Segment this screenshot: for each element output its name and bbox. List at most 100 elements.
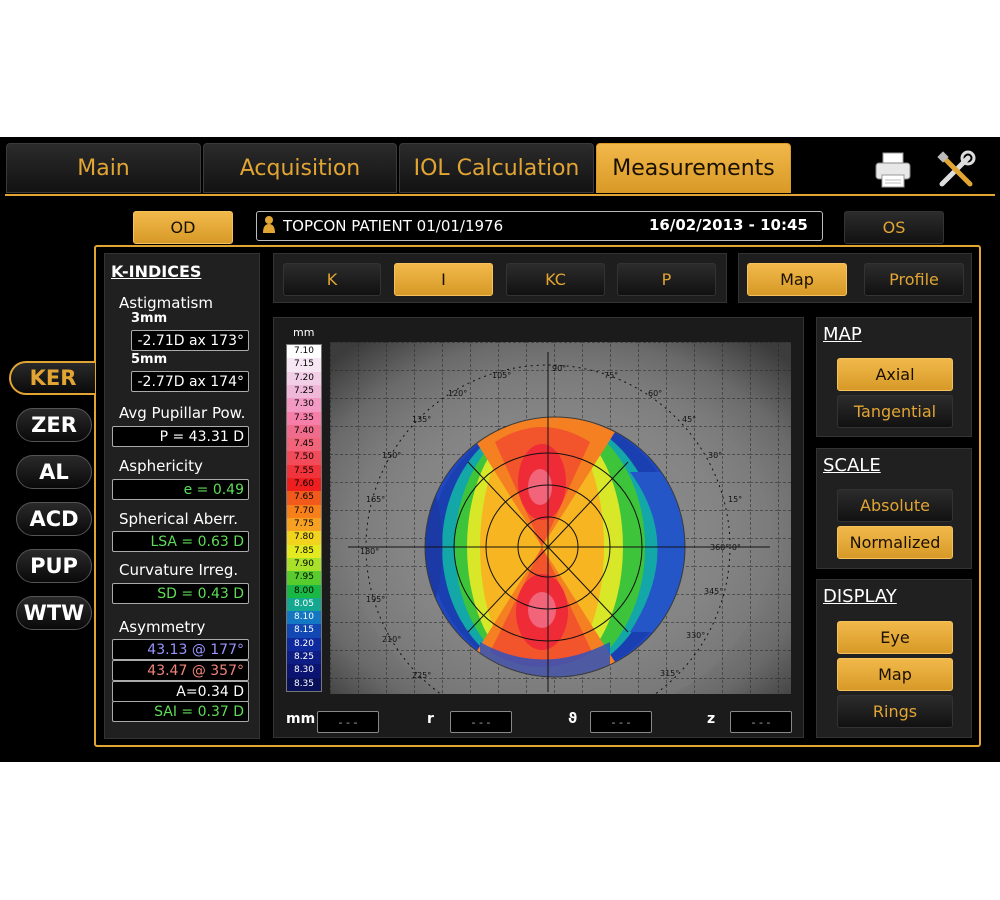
svg-text:165°: 165° xyxy=(366,495,385,504)
side-tab-wtw[interactable]: WTW xyxy=(16,596,92,630)
curvature-irreg-label: Curvature Irreg. xyxy=(119,561,239,579)
avg-pupillar-value: P = 43.31 D xyxy=(112,426,249,447)
scale-step: 7.50 xyxy=(287,451,321,465)
scale-section-title: SCALE xyxy=(823,455,881,476)
scale-step: 7.40 xyxy=(287,424,321,439)
asymmetry-value-1: 43.13 @ 177° xyxy=(112,639,249,660)
svg-text:360° 0°: 360° 0° xyxy=(710,543,741,552)
view-profile-button[interactable]: Profile xyxy=(864,263,964,296)
k-indices-title: K-INDICES xyxy=(111,262,202,281)
map-type-i-button[interactable]: I xyxy=(394,263,493,296)
scale-step: 8.30 xyxy=(287,664,321,678)
printer-icon xyxy=(875,152,911,188)
scale-step: 7.60 xyxy=(287,478,321,492)
scale-step: 8.10 xyxy=(287,611,321,625)
tools-button[interactable] xyxy=(933,147,979,193)
side-tab-zer[interactable]: ZER xyxy=(16,408,92,442)
astig-5mm-value: -2.77D ax 174° xyxy=(131,371,249,392)
normalized-button[interactable]: Normalized xyxy=(837,526,953,559)
scale-step: 7.90 xyxy=(287,557,321,572)
scale-step: 7.70 xyxy=(287,504,321,518)
svg-text:210°: 210° xyxy=(382,635,401,644)
svg-text:345°: 345° xyxy=(704,587,723,596)
topography-map-panel: mm 7.10 7.15 7.20 7.25 7.30 7.35 7.40 7.45 7.50 7… xyxy=(273,317,804,738)
print-button[interactable] xyxy=(870,147,916,193)
svg-text:135°: 135° xyxy=(412,415,431,424)
svg-text:45°: 45° xyxy=(682,415,696,424)
scale-step: 7.30 xyxy=(287,398,321,412)
scale-step: 8.35 xyxy=(287,677,321,691)
tab-acquisition[interactable]: Acquisition xyxy=(203,143,397,193)
scale-step: 7.20 xyxy=(287,371,321,385)
astig-3mm-label: 3mm xyxy=(131,311,168,326)
display-rings-button[interactable]: Rings xyxy=(837,695,953,728)
scale-step: 7.55 xyxy=(287,464,321,479)
display-map-button[interactable]: Map xyxy=(837,658,953,691)
map-type-kc-button[interactable]: KC xyxy=(506,263,605,296)
os-button[interactable]: OS xyxy=(844,211,944,244)
map-type-p-button[interactable]: P xyxy=(617,263,716,296)
side-tab-al[interactable]: AL xyxy=(16,455,92,489)
asphericity-value: e = 0.49 xyxy=(112,479,249,500)
absolute-button[interactable]: Absolute xyxy=(837,489,953,522)
top-tab-bar: Main Acquisition IOL Calculation Measure… xyxy=(0,137,1000,199)
map-section-title: MAP xyxy=(823,324,862,345)
patient-info-bar: TOPCON PATIENT 01/01/1976 16/02/2013 - 1… xyxy=(256,211,823,241)
svg-text:150°: 150° xyxy=(382,451,401,460)
avg-pupillar-label: Avg Pupillar Pow. xyxy=(119,404,246,422)
view-map-button[interactable]: Map xyxy=(747,263,847,296)
patient-name: TOPCON PATIENT 01/01/1976 xyxy=(283,217,504,235)
svg-text:195°: 195° xyxy=(366,595,385,604)
svg-text:180°: 180° xyxy=(360,547,379,556)
scale-step: 8.20 xyxy=(287,637,321,652)
map-type-k-button[interactable]: K xyxy=(283,263,381,296)
spherical-aberr-label: Spherical Aberr. xyxy=(119,510,238,528)
eye-map-view: 90° 75° 60° 45° 30° 15° 360° 0° 345° 330… xyxy=(330,342,791,694)
asphericity-label: Asphericity xyxy=(119,457,203,475)
scale-step: 7.35 xyxy=(287,411,321,425)
coord-theta-value: - - - xyxy=(590,711,652,733)
tab-measurements[interactable]: Measurements xyxy=(596,143,791,193)
coord-z-label: z xyxy=(707,711,716,727)
app-window: Main Acquisition IOL Calculation Measure… xyxy=(0,137,1000,762)
svg-text:15°: 15° xyxy=(728,495,742,504)
asymmetry-value-3: A=0.34 D xyxy=(112,681,249,702)
svg-text:315°: 315° xyxy=(660,669,679,678)
scale-step: 7.65 xyxy=(287,491,321,505)
tab-main[interactable]: Main xyxy=(6,143,201,193)
scale-step: 7.45 xyxy=(287,438,321,452)
svg-text:225°: 225° xyxy=(412,671,431,680)
tab-underline xyxy=(5,194,995,196)
side-tab-acd[interactable]: ACD xyxy=(16,502,92,536)
exam-datetime: 16/02/2013 - 10:45 xyxy=(649,216,808,234)
od-button[interactable]: OD xyxy=(133,211,233,244)
scale-step: 7.95 xyxy=(287,571,321,585)
scale-step: 8.25 xyxy=(287,651,321,665)
display-eye-button[interactable]: Eye xyxy=(837,621,953,654)
coord-mm-value: - - - xyxy=(317,711,379,733)
svg-text:30°: 30° xyxy=(708,451,722,460)
tangential-button[interactable]: Tangential xyxy=(837,395,953,428)
spherical-aberr-value: LSA = 0.63 D xyxy=(112,531,249,552)
side-tab-pup[interactable]: PUP xyxy=(16,549,92,583)
scale-step: 8.15 xyxy=(287,624,321,638)
asymmetry-value-4: SAI = 0.37 D xyxy=(112,701,249,722)
scale-unit: mm xyxy=(293,326,315,339)
svg-text:75°: 75° xyxy=(604,371,618,380)
svg-text:90°: 90° xyxy=(552,364,566,373)
scale-step: 7.15 xyxy=(287,358,321,372)
coord-theta-label: ϑ xyxy=(568,711,578,727)
scale-step: 7.80 xyxy=(287,531,321,545)
curvature-irreg-value: SD = 0.43 D xyxy=(112,583,249,604)
astig-3mm-value: -2.71D ax 173° xyxy=(131,330,249,351)
side-tab-ker[interactable]: KER xyxy=(9,361,95,395)
coord-r-label: r xyxy=(427,711,434,727)
tab-iol-calculation[interactable]: IOL Calculation xyxy=(399,143,594,193)
person-icon xyxy=(263,215,275,237)
axial-button[interactable]: Axial xyxy=(837,358,953,391)
svg-text:105°: 105° xyxy=(492,371,511,380)
scale-step: 7.10 xyxy=(287,345,321,359)
coord-z-value: - - - xyxy=(730,711,792,733)
asymmetry-value-2: 43.47 @ 357° xyxy=(112,660,249,681)
scale-step: 7.25 xyxy=(287,384,321,399)
